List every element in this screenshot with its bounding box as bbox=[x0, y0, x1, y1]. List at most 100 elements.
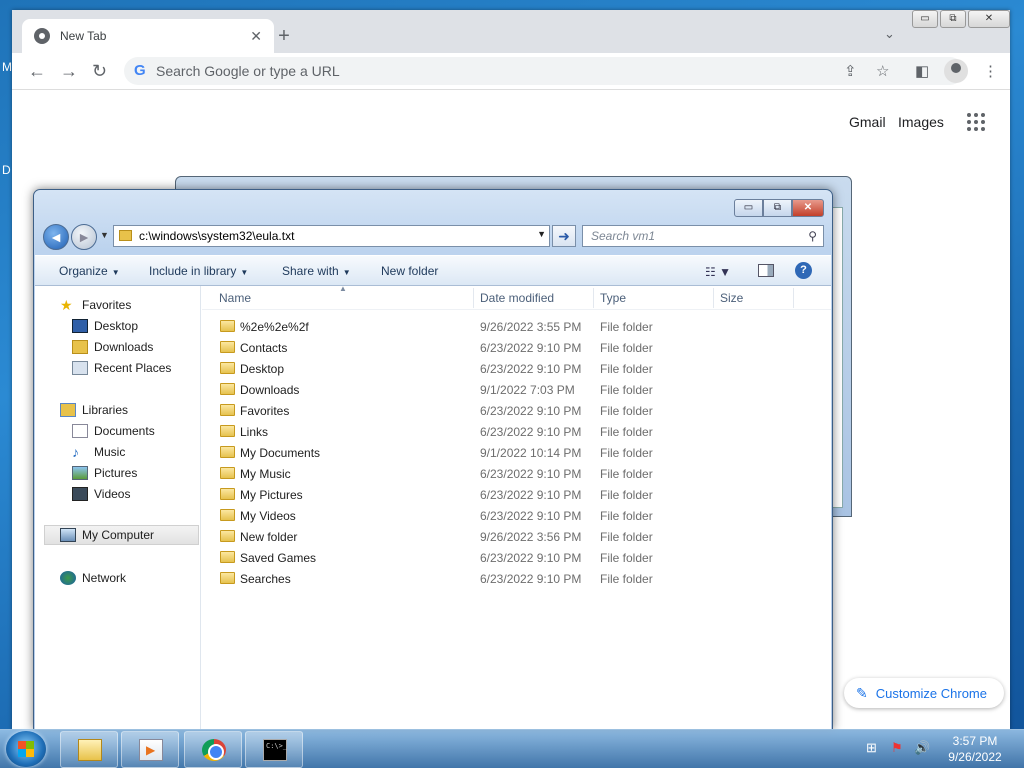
table-row[interactable]: Desktop 6/23/2022 9:10 PM File folder bbox=[202, 358, 831, 379]
network-error-icon[interactable]: ⚑ bbox=[891, 740, 903, 756]
back-button[interactable]: ← bbox=[28, 61, 46, 82]
new-tab-button[interactable]: + bbox=[274, 25, 294, 48]
include-in-library-menu[interactable]: Include in library ▼ bbox=[149, 264, 248, 278]
desktop-icon-label: M bbox=[2, 60, 12, 74]
file-name: Favorites bbox=[240, 404, 290, 418]
tab-search-icon[interactable]: ⌄ bbox=[884, 26, 895, 42]
address-bar[interactable]: c:\windows\system32\eula.txt ▼ bbox=[113, 225, 550, 247]
taskbar-cmd[interactable]: C:\>_ bbox=[245, 731, 303, 768]
nav-libraries[interactable]: Libraries bbox=[60, 400, 128, 420]
file-type: File folder bbox=[600, 530, 653, 544]
preview-pane-icon[interactable] bbox=[758, 264, 774, 277]
file-name: %2e%2e%2f bbox=[240, 320, 309, 334]
taskbar-chrome[interactable] bbox=[184, 731, 242, 768]
table-row[interactable]: My Videos 6/23/2022 9:10 PM File folder bbox=[202, 505, 831, 526]
customize-chrome-button[interactable]: ✎ Customize Chrome bbox=[844, 678, 1004, 708]
action-center-icon[interactable]: ⊞ bbox=[866, 740, 877, 756]
file-name: My Documents bbox=[240, 446, 321, 460]
side-panel-icon[interactable]: ◧ bbox=[915, 62, 929, 80]
file-date: 6/23/2022 9:10 PM bbox=[480, 341, 582, 355]
back-button[interactable]: ◄ bbox=[43, 224, 69, 250]
maximize-button[interactable]: ⧉ bbox=[763, 199, 792, 217]
share-with-menu[interactable]: Share with ▼ bbox=[282, 264, 351, 278]
file-name: My Music bbox=[240, 467, 291, 481]
nav-music[interactable]: ♪ Music bbox=[72, 442, 125, 462]
table-row[interactable]: My Pictures 6/23/2022 9:10 PM File folder bbox=[202, 484, 831, 505]
address-value: c:\windows\system32\eula.txt bbox=[139, 229, 295, 243]
file-list: ▲ Name Date modified Type Size %2e%2e%2f… bbox=[202, 284, 831, 730]
tab-title: New Tab bbox=[60, 29, 107, 43]
gmail-link[interactable]: Gmail bbox=[849, 114, 886, 130]
forward-button[interactable]: → bbox=[60, 61, 78, 82]
nav-my-computer[interactable]: My Computer bbox=[44, 525, 199, 545]
column-date-modified[interactable]: Date modified bbox=[480, 291, 554, 305]
table-row[interactable]: Contacts 6/23/2022 9:10 PM File folder bbox=[202, 337, 831, 358]
folder-icon bbox=[220, 572, 235, 584]
help-icon[interactable]: ? bbox=[795, 262, 812, 279]
folder-icon bbox=[220, 467, 235, 479]
column-divider bbox=[713, 288, 714, 308]
start-button[interactable] bbox=[6, 731, 46, 767]
chrome-toolbar: ← → ↻ G Search Google or type a URL ⇪ ☆ … bbox=[12, 53, 1010, 90]
media-player-icon bbox=[139, 739, 163, 761]
tab-new-tab[interactable]: New Tab ✕ bbox=[22, 19, 274, 53]
table-row[interactable]: Favorites 6/23/2022 9:10 PM File folder bbox=[202, 400, 831, 421]
table-row[interactable]: Saved Games 6/23/2022 9:10 PM File folder bbox=[202, 547, 831, 568]
bookmark-star-icon[interactable]: ☆ bbox=[876, 62, 889, 80]
file-name: Downloads bbox=[240, 383, 300, 397]
column-name[interactable]: Name bbox=[219, 291, 251, 305]
system-clock[interactable]: 3:57 PM 9/26/2022 bbox=[940, 733, 1010, 765]
nav-pictures[interactable]: Pictures bbox=[72, 463, 137, 483]
nav-network[interactable]: Network bbox=[60, 568, 126, 588]
close-button[interactable]: ✕ bbox=[792, 199, 824, 217]
close-button[interactable]: ✕ bbox=[968, 10, 1010, 28]
volume-icon[interactable]: 🔊 bbox=[914, 740, 930, 756]
chrome-menu-icon[interactable]: ⋮ bbox=[983, 62, 998, 80]
libraries-icon bbox=[60, 403, 76, 417]
change-view-icon[interactable]: ☷ ▼ bbox=[705, 265, 731, 279]
recent-pages-dropdown[interactable]: ▼ bbox=[100, 230, 109, 240]
images-link[interactable]: Images bbox=[898, 114, 944, 130]
reload-button[interactable]: ↻ bbox=[92, 61, 107, 82]
desktop-icon-label: D bbox=[2, 163, 11, 177]
address-dropdown-icon[interactable]: ▼ bbox=[537, 229, 546, 239]
go-button[interactable]: ➜ bbox=[552, 225, 576, 247]
minimize-button[interactable]: ▭ bbox=[912, 10, 938, 28]
new-folder-button[interactable]: New folder bbox=[381, 264, 438, 278]
google-apps-icon[interactable] bbox=[967, 113, 985, 131]
table-row[interactable]: My Documents 9/1/2022 10:14 PM File folder bbox=[202, 442, 831, 463]
minimize-button[interactable]: ▭ bbox=[734, 199, 763, 217]
share-icon[interactable]: ⇪ bbox=[844, 62, 857, 80]
search-icon[interactable]: ⚲ bbox=[808, 229, 817, 243]
table-row[interactable]: My Music 6/23/2022 9:10 PM File folder bbox=[202, 463, 831, 484]
file-date: 6/23/2022 9:10 PM bbox=[480, 488, 582, 502]
organize-menu[interactable]: Organize ▼ bbox=[59, 264, 120, 278]
profile-avatar[interactable] bbox=[944, 59, 968, 83]
customize-chrome-label: Customize Chrome bbox=[875, 685, 987, 701]
taskbar-media-player[interactable] bbox=[121, 731, 179, 768]
table-row[interactable]: Links 6/23/2022 9:10 PM File folder bbox=[202, 421, 831, 442]
maximize-button[interactable]: ⧉ bbox=[940, 10, 966, 28]
folder-icon bbox=[220, 425, 235, 437]
search-input[interactable]: Search vm1 ⚲ bbox=[582, 225, 824, 247]
sort-ascending-icon: ▲ bbox=[339, 284, 347, 293]
forward-button[interactable]: ► bbox=[71, 224, 97, 250]
file-type: File folder bbox=[600, 446, 653, 460]
table-row[interactable]: %2e%2e%2f 9/26/2022 3:55 PM File folder bbox=[202, 316, 831, 337]
nav-documents[interactable]: Documents bbox=[72, 421, 155, 441]
omnibox[interactable]: G Search Google or type a URL bbox=[124, 57, 964, 85]
column-type[interactable]: Type bbox=[600, 291, 626, 305]
table-row[interactable]: Downloads 9/1/2022 7:03 PM File folder bbox=[202, 379, 831, 400]
nav-videos[interactable]: Videos bbox=[72, 484, 130, 504]
table-row[interactable]: Searches 6/23/2022 9:10 PM File folder bbox=[202, 568, 831, 589]
nav-downloads[interactable]: Downloads bbox=[72, 337, 153, 357]
column-size[interactable]: Size bbox=[720, 291, 743, 305]
file-type: File folder bbox=[600, 425, 653, 439]
nav-desktop[interactable]: Desktop bbox=[72, 316, 138, 336]
table-row[interactable]: New folder 9/26/2022 3:56 PM File folder bbox=[202, 526, 831, 547]
nav-favorites[interactable]: ★ Favorites bbox=[60, 295, 131, 315]
file-date: 6/23/2022 9:10 PM bbox=[480, 551, 582, 565]
nav-recent-places[interactable]: Recent Places bbox=[72, 358, 171, 378]
taskbar-explorer[interactable] bbox=[60, 731, 118, 768]
close-tab-icon[interactable]: ✕ bbox=[250, 28, 262, 45]
